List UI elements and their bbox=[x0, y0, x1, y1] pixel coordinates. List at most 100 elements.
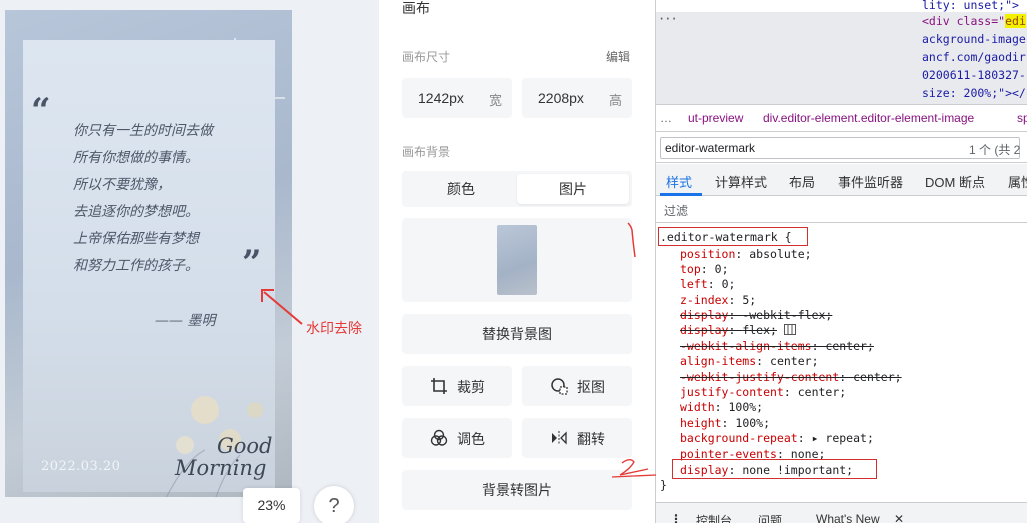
css-declaration[interactable]: height: 100%; bbox=[680, 416, 770, 430]
dom-search-input[interactable]: editor-watermark bbox=[660, 137, 1020, 159]
dom-line: lity: unset;"> bbox=[922, 0, 1019, 12]
panel-title: 画布 bbox=[402, 0, 430, 16]
css-declaration[interactable]: z-index: 5; bbox=[680, 293, 756, 307]
background-to-image-button[interactable]: 背景转图片 bbox=[402, 470, 632, 510]
styles-panel-tabs: 样式 计算样式 布局 事件监听器 DOM 断点 属性 bbox=[656, 164, 1027, 196]
canvas-properties-panel: 画布 画布尺寸 编辑 1242px 宽 2208px 高 画布背景 颜色 图片 … bbox=[378, 0, 654, 523]
css-declaration[interactable]: justify-content: center; bbox=[680, 385, 846, 399]
breadcrumb-item[interactable]: div.editor-element.editor-element-image bbox=[763, 111, 974, 125]
css-declaration[interactable]: position: absolute; bbox=[680, 247, 812, 261]
tab-dom-breakpoints[interactable]: DOM 断点 bbox=[925, 172, 985, 191]
poster-date: 2022.03.20 bbox=[41, 459, 121, 474]
canvas-background-label: 画布背景 bbox=[402, 145, 451, 159]
help-button[interactable]: ? bbox=[314, 486, 354, 523]
styles-filter-bar[interactable]: 过滤 bbox=[656, 197, 1027, 223]
breadcrumb-item[interactable]: sp bbox=[1017, 111, 1027, 125]
css-property-name: display bbox=[680, 308, 729, 322]
tab-layout[interactable]: 布局 bbox=[789, 172, 815, 191]
poem-line: 你只有一生的时间去做 bbox=[73, 123, 213, 139]
console-drawer-tabs: ⋮ 控制台 问题 What's New ✕ bbox=[656, 502, 1027, 523]
adjust-color-button[interactable]: 调色 bbox=[402, 418, 512, 458]
zoom-level-button[interactable]: 23% bbox=[243, 488, 300, 523]
adjust-color-label: 调色 bbox=[457, 431, 485, 447]
tab-color[interactable]: 颜色 bbox=[405, 174, 517, 204]
color-adjust-icon bbox=[430, 429, 448, 446]
css-declaration[interactable]: top: 0; bbox=[680, 262, 729, 276]
poem-line: 去追逐你的梦想吧。 bbox=[73, 204, 199, 220]
canvas-size-label: 画布尺寸 bbox=[402, 50, 451, 64]
selector-highlight-box bbox=[658, 227, 808, 246]
poem-line: 所有你想做的事情。 bbox=[73, 150, 199, 166]
css-property-name: z-index bbox=[680, 293, 729, 307]
annotation-arrow-icon bbox=[261, 289, 303, 325]
drawer-tab-issues[interactable]: 问题 bbox=[758, 512, 782, 523]
breadcrumb-item[interactable]: ut-preview bbox=[688, 111, 743, 125]
crop-button[interactable]: 裁剪 bbox=[402, 366, 512, 406]
css-declaration-overridden[interactable]: -webkit-align-items: center; bbox=[680, 339, 874, 353]
canvas-area[interactable]: “ 你只有一生的时间去做 所有你想做的事情。 所以不要犹豫， 去追逐你的梦想吧。… bbox=[0, 0, 378, 523]
poster-image[interactable]: “ 你只有一生的时间去做 所有你想做的事情。 所以不要犹豫， 去追逐你的梦想吧。… bbox=[5, 10, 292, 497]
drawer-tab-console[interactable]: 控制台 bbox=[696, 512, 732, 523]
crop-icon bbox=[431, 378, 447, 394]
dom-search-bar: editor-watermark 1 个 (共 2 bbox=[656, 133, 1027, 163]
css-declaration-overridden[interactable]: -webkit-justify-content: center; bbox=[680, 370, 902, 384]
dom-search-highlight: edi bbox=[1005, 14, 1026, 28]
flip-icon bbox=[552, 431, 567, 445]
close-icon[interactable]: ✕ bbox=[894, 512, 904, 523]
tab-image[interactable]: 图片 bbox=[517, 174, 629, 204]
css-declaration[interactable]: align-items: center; bbox=[680, 354, 819, 368]
handwritten-mark-two bbox=[611, 459, 657, 478]
greeting-line-2: Morning bbox=[175, 456, 267, 480]
css-declaration[interactable]: background-repeat: ▸ repeat; bbox=[680, 431, 874, 445]
css-property-value: center; bbox=[770, 354, 819, 368]
handwritten-mark-one bbox=[627, 222, 636, 258]
flexbox-editor-icon[interactable] bbox=[783, 324, 796, 335]
css-property-name: display bbox=[680, 323, 729, 337]
drawer-menu-icon[interactable]: ⋮ bbox=[670, 512, 682, 523]
added-declaration-highlight-box bbox=[672, 459, 877, 479]
css-declaration-overridden[interactable]: display: -webkit-flex; bbox=[680, 308, 832, 322]
cutout-label: 抠图 bbox=[577, 379, 605, 395]
cutout-button[interactable]: 抠图 bbox=[522, 366, 632, 406]
search-match-count: 1 个 (共 2 bbox=[969, 143, 1021, 157]
css-property-name: -webkit-align-items bbox=[680, 339, 812, 353]
tab-properties[interactable]: 属性 bbox=[1008, 172, 1027, 191]
breadcrumb-ellipsis[interactable]: … bbox=[660, 111, 672, 125]
replace-background-button[interactable]: 替换背景图 bbox=[402, 314, 632, 354]
drawer-tab-whats-new[interactable]: What's New bbox=[816, 512, 880, 523]
height-field[interactable]: 2208px 高 bbox=[522, 78, 632, 118]
height-unit-label: 高 bbox=[608, 93, 622, 108]
flip-button[interactable]: 翻转 bbox=[522, 418, 632, 458]
poem-text: 你只有一生的时间去做 所有你想做的事情。 所以不要犹豫， 去追逐你的梦想吧。 上… bbox=[73, 118, 243, 280]
css-property-value: 100%; bbox=[735, 416, 771, 430]
css-declaration-overridden[interactable]: display: flex; bbox=[680, 323, 796, 337]
crop-label: 裁剪 bbox=[457, 379, 485, 395]
annotation-watermark-removal: 水印去除 bbox=[306, 320, 362, 336]
tab-computed[interactable]: 计算样式 bbox=[715, 172, 767, 191]
poem-line: 所以不要犹豫， bbox=[73, 177, 171, 193]
element-breadcrumb: … ut-preview div.editor-element.editor-e… bbox=[656, 104, 1027, 132]
open-quote-icon: “ bbox=[31, 91, 51, 131]
css-property-name: height bbox=[680, 416, 722, 430]
active-tab-indicator bbox=[660, 193, 702, 196]
flip-label: 翻转 bbox=[577, 431, 605, 447]
tab-event-listeners[interactable]: 事件监听器 bbox=[838, 172, 903, 191]
dom-tree[interactable]: lity: unset;"> ··· <div class="edi ackgr… bbox=[656, 0, 1027, 104]
width-value: 1242px bbox=[418, 90, 464, 106]
styles-filter-input[interactable]: 过滤 bbox=[664, 202, 688, 219]
css-property-name: width bbox=[680, 400, 715, 414]
css-declaration[interactable]: width: 100%; bbox=[680, 400, 763, 414]
width-unit-label: 宽 bbox=[488, 93, 502, 108]
width-field[interactable]: 1242px 宽 bbox=[402, 78, 512, 118]
greeting-line-1: Good bbox=[217, 434, 273, 458]
dom-line: <div class="edi bbox=[922, 14, 1026, 28]
background-preview[interactable] bbox=[402, 218, 632, 302]
css-property-value: center; bbox=[797, 385, 847, 399]
css-property-value: 0; bbox=[714, 262, 729, 276]
css-declaration[interactable]: left: 0; bbox=[680, 277, 735, 291]
edit-size-link[interactable]: 编辑 bbox=[606, 48, 630, 65]
tab-styles[interactable]: 样式 bbox=[666, 172, 692, 191]
dom-line: 0200611-180327- bbox=[922, 68, 1026, 82]
poem-line: 和努力工作的孩子。 bbox=[73, 258, 199, 274]
more-icon[interactable]: ··· bbox=[658, 12, 678, 26]
